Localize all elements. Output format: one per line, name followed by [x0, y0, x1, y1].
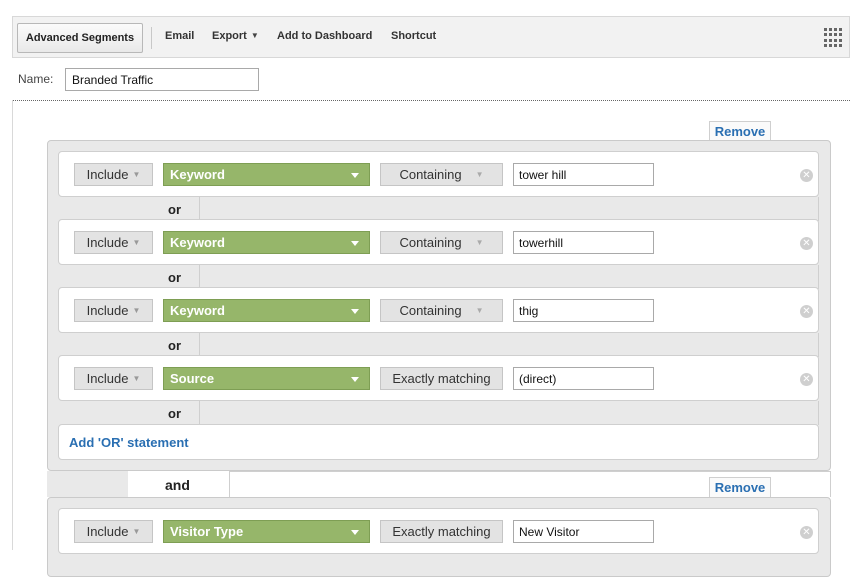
- toolbar-divider: [151, 27, 152, 49]
- remove-group-button[interactable]: Remove: [709, 477, 771, 497]
- condition-row: Include▼ Keyword Containing▼ ✕: [58, 287, 819, 333]
- condition-row: Include▼ Keyword Containing▼ ✕: [58, 151, 819, 197]
- chevron-down-icon: [351, 530, 359, 535]
- match-type-select[interactable]: Containing ▼: [380, 163, 503, 186]
- report-toolbar: Advanced Segments Email Export ▼ Add to D…: [12, 16, 850, 58]
- connector: [58, 401, 149, 425]
- dimension-select[interactable]: Visitor Type: [163, 520, 370, 543]
- chevron-down-icon: ▼: [475, 306, 484, 315]
- connector: [47, 471, 128, 497]
- chevron-down-icon: ▼: [132, 374, 141, 383]
- condition-value-input[interactable]: [513, 299, 654, 322]
- divider: [12, 100, 13, 550]
- email-button[interactable]: Email: [165, 30, 194, 42]
- export-label: Export: [212, 30, 247, 42]
- match-type-select[interactable]: Containing ▼: [380, 299, 503, 322]
- segment-name-label: Name:: [18, 72, 54, 86]
- chevron-down-icon: [351, 309, 359, 314]
- add-to-dashboard-button[interactable]: Add to Dashboard: [277, 30, 372, 42]
- and-label: and: [165, 477, 190, 493]
- or-label: or: [168, 406, 181, 421]
- condition-group: Include▼ Visitor Type Exactly matching ✕: [47, 497, 831, 577]
- condition-row: Include▼ Source Exactly matching ✕: [58, 355, 819, 401]
- condition-group: Include▼ Keyword Containing▼ ✕ or Includ…: [47, 140, 831, 471]
- connector: [58, 265, 149, 289]
- advanced-segments-button[interactable]: Advanced Segments: [17, 23, 143, 53]
- connector: [199, 401, 819, 425]
- close-icon[interactable]: ✕: [800, 169, 813, 182]
- remove-group-button[interactable]: Remove: [709, 121, 771, 141]
- chevron-down-icon: ▼: [132, 306, 141, 315]
- close-icon[interactable]: ✕: [800, 305, 813, 318]
- include-select[interactable]: Include ▼: [74, 520, 153, 543]
- chevron-down-icon: [351, 241, 359, 246]
- chevron-down-icon: ▼: [475, 170, 484, 179]
- add-or-row: Add 'OR' statement: [58, 424, 819, 460]
- condition-row: Include▼ Visitor Type Exactly matching ✕: [58, 508, 819, 554]
- chevron-down-icon: ▼: [475, 238, 484, 247]
- include-select[interactable]: Include ▼: [74, 299, 153, 322]
- shortcut-button[interactable]: Shortcut: [391, 30, 436, 42]
- match-type-select[interactable]: Containing ▼: [380, 231, 503, 254]
- dimension-select[interactable]: Source: [163, 367, 370, 390]
- close-icon[interactable]: ✕: [800, 373, 813, 386]
- include-select[interactable]: Include ▼: [74, 231, 153, 254]
- export-button[interactable]: Export ▼: [212, 30, 259, 42]
- connector: [199, 265, 819, 289]
- connector: [58, 333, 149, 357]
- condition-value-input[interactable]: [513, 367, 654, 390]
- dimension-select[interactable]: Keyword: [163, 299, 370, 322]
- condition-value-input[interactable]: [513, 520, 654, 543]
- condition-value-input[interactable]: [513, 231, 654, 254]
- close-icon[interactable]: ✕: [800, 237, 813, 250]
- match-type-select[interactable]: Exactly matching: [380, 367, 503, 390]
- connector: [199, 333, 819, 357]
- dimension-select[interactable]: Keyword: [163, 231, 370, 254]
- close-icon[interactable]: ✕: [800, 526, 813, 539]
- divider: [12, 100, 850, 101]
- or-label: or: [168, 338, 181, 353]
- chevron-down-icon: [351, 377, 359, 382]
- connector: [199, 197, 819, 221]
- chevron-down-icon: ▼: [250, 31, 259, 40]
- chevron-down-icon: ▼: [132, 527, 141, 536]
- add-or-statement-link[interactable]: Add 'OR' statement: [69, 435, 189, 450]
- chevron-down-icon: ▼: [132, 170, 141, 179]
- dimension-select[interactable]: Keyword: [163, 163, 370, 186]
- chevron-down-icon: [351, 173, 359, 178]
- chevron-down-icon: ▼: [132, 238, 141, 247]
- segment-name-input[interactable]: [65, 68, 259, 91]
- include-select[interactable]: Include ▼: [74, 163, 153, 186]
- include-select[interactable]: Include ▼: [74, 367, 153, 390]
- condition-value-input[interactable]: [513, 163, 654, 186]
- match-type-select[interactable]: Exactly matching: [380, 520, 503, 543]
- condition-row: Include▼ Keyword Containing▼ ✕: [58, 219, 819, 265]
- or-label: or: [168, 270, 181, 285]
- grid-icon[interactable]: [824, 28, 843, 47]
- or-label: or: [168, 202, 181, 217]
- connector: [58, 197, 149, 221]
